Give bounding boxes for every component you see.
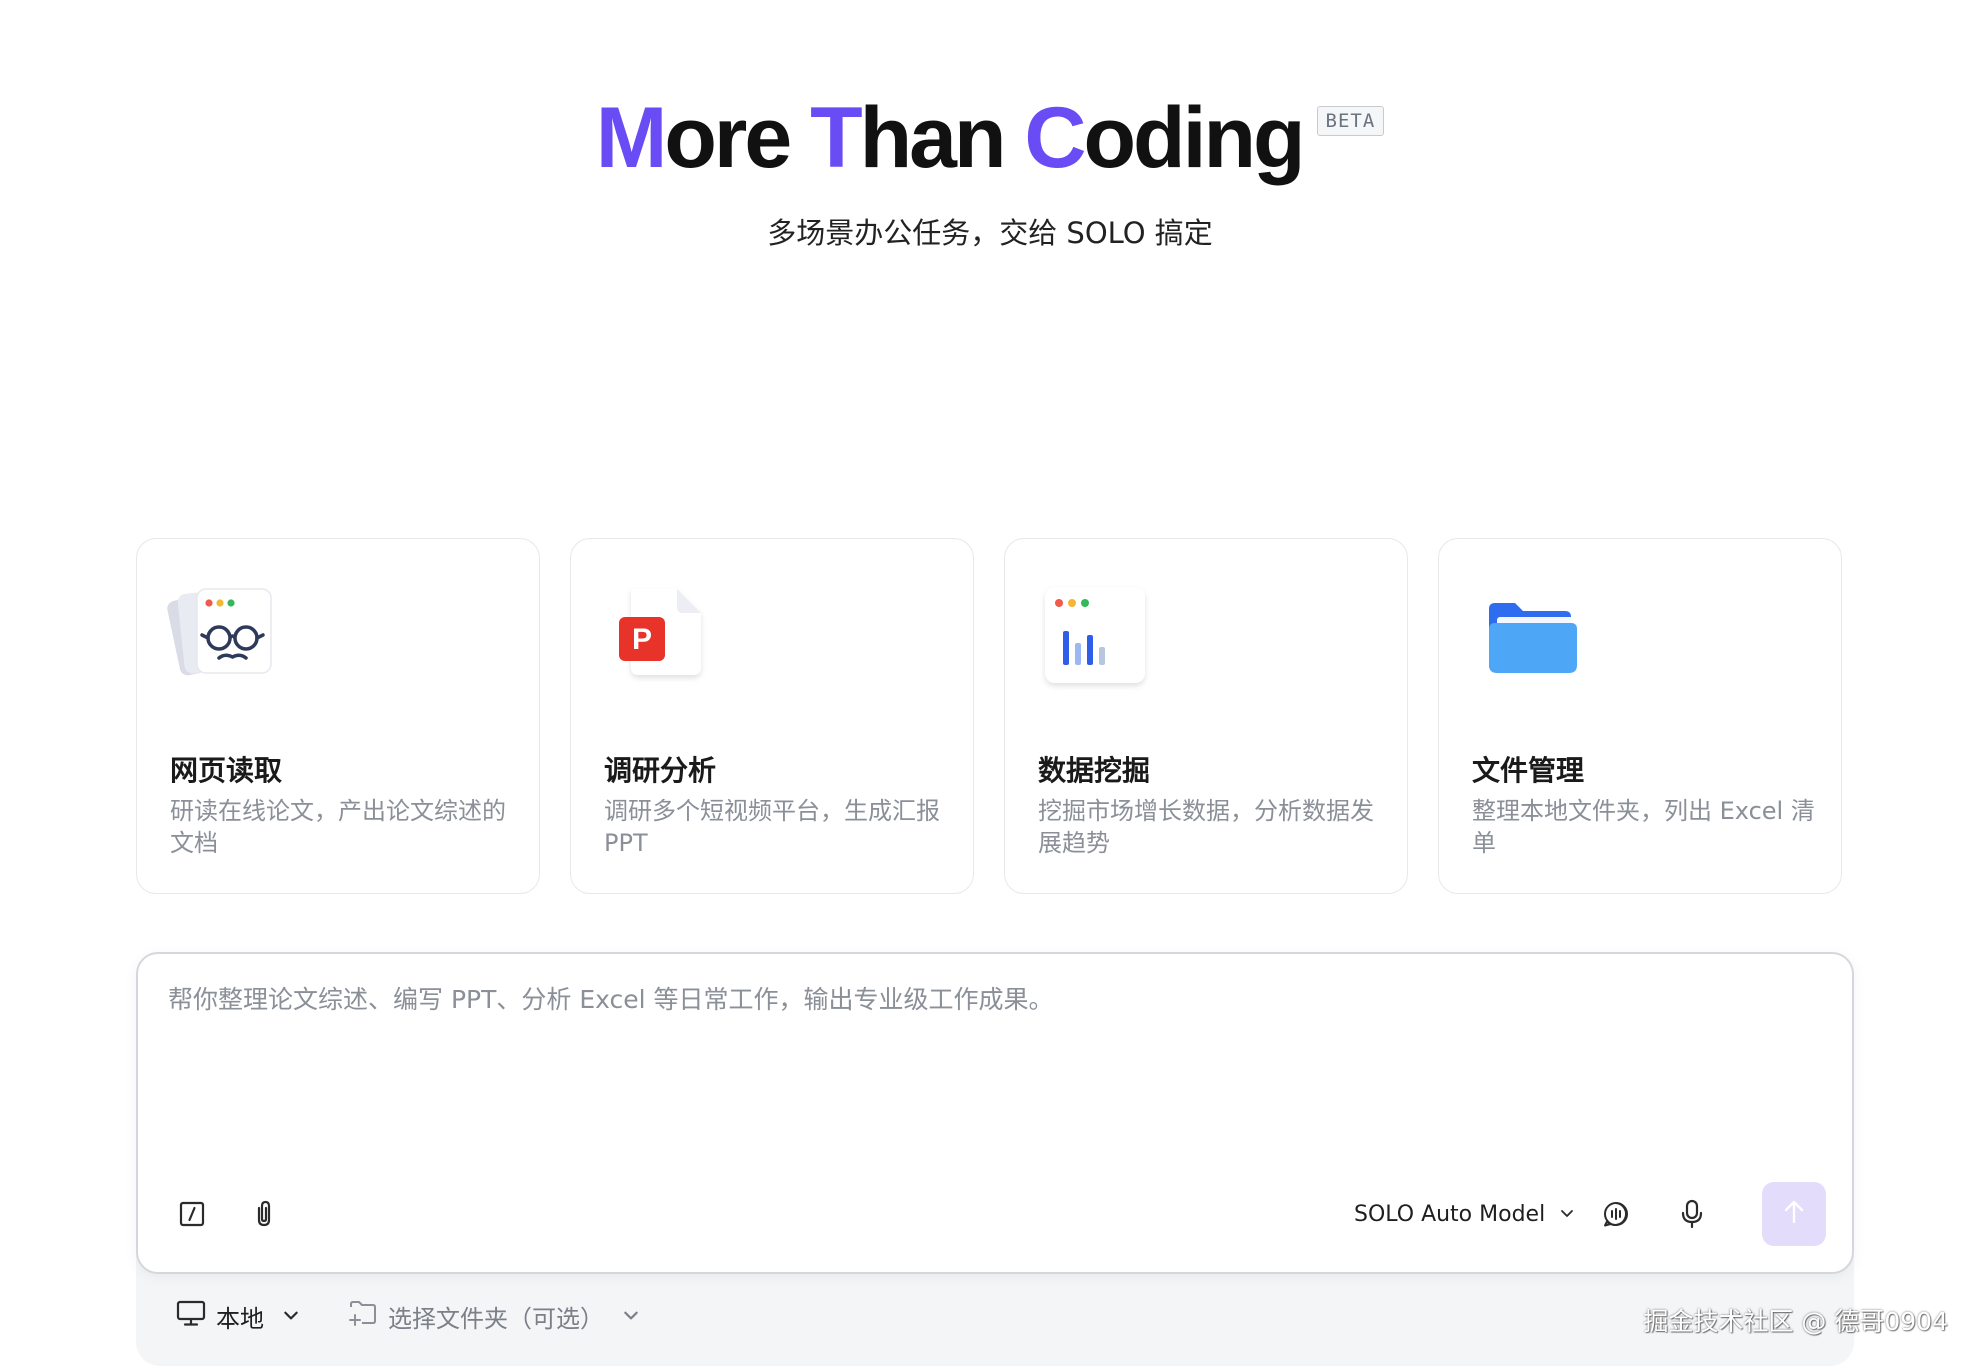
- model-selector-label: SOLO Auto Model: [1354, 1201, 1546, 1227]
- title-letter-m: M: [595, 90, 668, 186]
- environment-label: 本地: [216, 1304, 264, 1333]
- chevron-down-icon: [282, 1302, 300, 1330]
- beta-badge: BETA: [1316, 106, 1385, 136]
- title-letter-t: T: [810, 90, 863, 186]
- folder-selector[interactable]: 选择文件夹（可选）: [348, 1296, 640, 1336]
- card-title: 网页读取: [170, 754, 283, 787]
- microphone-icon[interactable]: [1668, 1190, 1716, 1238]
- add-folder-icon: [348, 1299, 378, 1333]
- title-text-ore: ore: [664, 90, 811, 186]
- hero-title: More Than Coding BETA: [0, 88, 1980, 188]
- card-title: 文件管理: [1472, 754, 1585, 787]
- task-card-data-mining[interactable]: 数据挖掘 挖掘市场增长数据，分析数据发展趋势: [1004, 538, 1408, 894]
- title-text-oding: oding: [1083, 90, 1306, 186]
- svg-text:P: P: [632, 623, 652, 656]
- watermark: 掘金技术社区 @ 德哥0904: [1643, 1307, 1948, 1336]
- model-selector[interactable]: SOLO Auto Model: [1354, 1190, 1575, 1238]
- hero-subtitle: 多场景办公任务，交给 SOLO 搞定: [767, 216, 1213, 250]
- card-description: 整理本地文件夹，列出 Excel 清单: [1472, 797, 1815, 857]
- voice-chat-icon[interactable]: [1592, 1190, 1640, 1238]
- folder-selector-label: 选择文件夹（可选）: [388, 1304, 604, 1333]
- task-card-file-management[interactable]: 文件管理 整理本地文件夹，列出 Excel 清单: [1438, 538, 1842, 894]
- powerpoint-file-icon: P: [601, 575, 721, 695]
- bar-chart-window-icon: [1035, 575, 1155, 695]
- chevron-down-icon: [1559, 1202, 1575, 1227]
- monitor-icon: [176, 1299, 206, 1333]
- title-letter-c: C: [1024, 90, 1086, 186]
- send-button[interactable]: [1762, 1182, 1826, 1246]
- card-title: 数据挖掘: [1038, 754, 1151, 787]
- task-card-research-analysis[interactable]: P 调研分析 调研多个短视频平台，生成汇报 PPT: [570, 538, 974, 894]
- folder-icon: [1469, 575, 1589, 695]
- card-description: 研读在线论文，产出论文综述的文档: [170, 797, 506, 857]
- card-description: 调研多个短视频平台，生成汇报 PPT: [604, 797, 940, 857]
- title-text-han: han: [859, 90, 1025, 186]
- arrow-up-icon: [1779, 1197, 1809, 1231]
- card-title: 调研分析: [604, 754, 717, 787]
- slash-command-icon[interactable]: [168, 1190, 216, 1238]
- prompt-composer: SOLO Auto Model: [136, 952, 1854, 1274]
- prompt-input[interactable]: [168, 980, 1808, 1160]
- chevron-down-icon: [622, 1302, 640, 1330]
- attachment-icon[interactable]: [240, 1190, 288, 1238]
- card-description: 挖掘市场增长数据，分析数据发展趋势: [1038, 797, 1374, 857]
- environment-selector[interactable]: 本地: [176, 1296, 300, 1336]
- task-card-web-reading[interactable]: 网页读取 研读在线论文，产出论文综述的文档: [136, 538, 540, 894]
- glasses-browser-icon: [167, 575, 287, 695]
